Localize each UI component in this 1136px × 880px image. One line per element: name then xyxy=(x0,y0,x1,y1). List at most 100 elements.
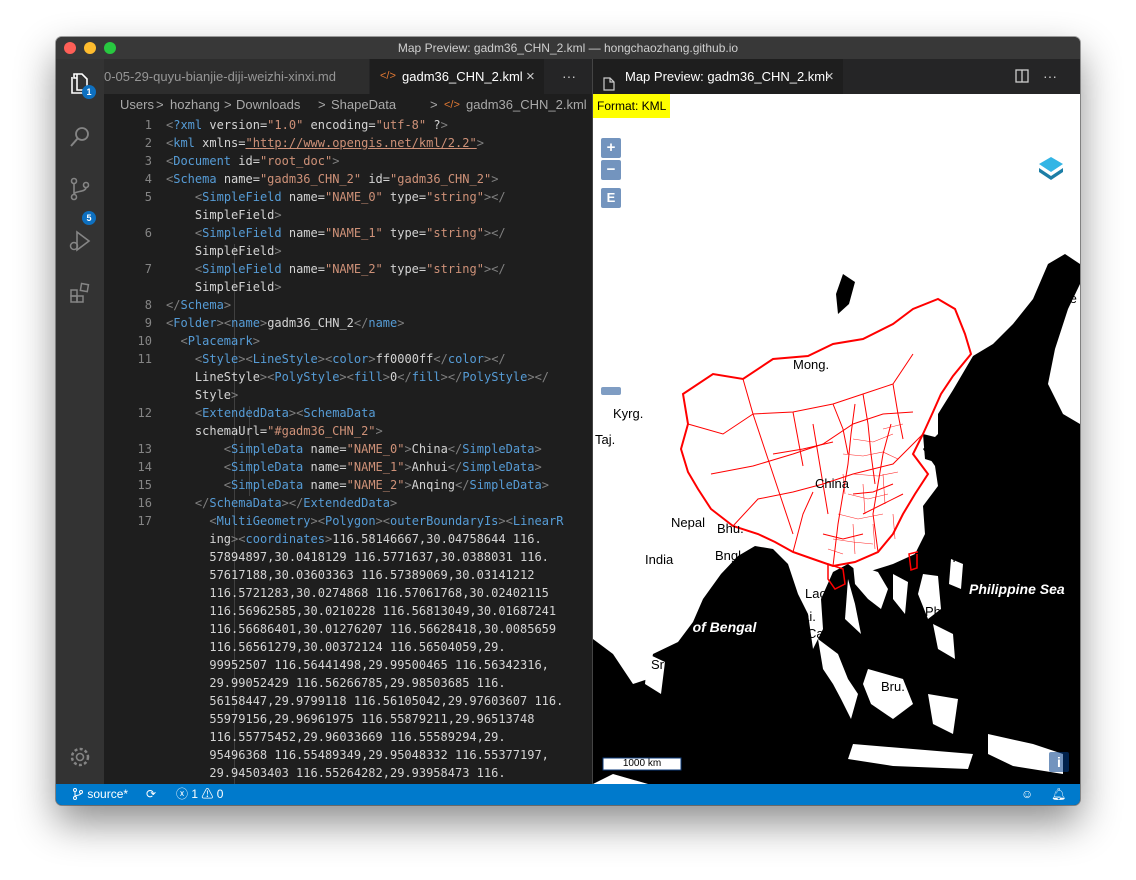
line-text: <SimpleField name="NAME_2" type="string"… xyxy=(194,262,506,276)
breadcrumb-item[interactable]: gadm36_CHN_2.kml xyxy=(466,94,587,116)
notifications-bell-icon[interactable]: 🔔︎ xyxy=(1051,784,1066,805)
line-text: <MultiGeometry><Polygon><outerBoundaryIs… xyxy=(209,514,564,528)
explorer-badge: 1 xyxy=(82,85,96,99)
run-debug-icon[interactable] xyxy=(68,229,92,253)
map-label-india: India xyxy=(645,552,674,567)
code-line[interactable]: 56158447,29.9799118 116.56105042,29.9760… xyxy=(104,692,592,710)
sync-icon[interactable]: ⟳ xyxy=(146,784,156,805)
code-line[interactable]: 5 <SimpleField name="NAME_0" type="strin… xyxy=(104,188,592,206)
line-number: 6 xyxy=(144,226,152,240)
branch-indicator[interactable]: source* xyxy=(72,784,128,805)
map-label-bay-of-bengal: Bay of Bengal xyxy=(663,619,757,635)
line-text: <ExtendedData><SchemaData xyxy=(194,406,376,420)
code-editor[interactable]: 1 <?xml version="1.0" encoding="utf-8" ?>… xyxy=(104,116,592,784)
code-line[interactable]: 57894897,30.0418129 116.5771637,30.03880… xyxy=(104,548,592,566)
code-line[interactable]: 13 <SimpleData name="NAME_0">China</Simp… xyxy=(104,440,592,458)
code-line[interactable]: 95496368 116.55489349,29.95048332 116.55… xyxy=(104,746,592,764)
feedback-icon[interactable]: ☺ xyxy=(1021,784,1033,805)
map-label-mongolia: Mong. xyxy=(793,357,830,372)
git-branch-icon xyxy=(72,786,84,800)
line-text: 55979156,29.96961975 116.55879211,29.965… xyxy=(166,712,535,726)
code-line[interactable]: 3 <Document id="root_doc"> xyxy=(104,152,592,170)
breadcrumb-separator: > xyxy=(430,97,438,112)
code-line[interactable]: 116.56561279,30.00372124 116.56504059,29… xyxy=(104,638,592,656)
line-text: 57894897,30.0418129 116.5771637,30.03880… xyxy=(166,550,549,564)
code-line[interactable]: schemaUrl="#gadm36_CHN_2"> xyxy=(104,422,592,440)
minimize-window-button[interactable] xyxy=(84,42,96,54)
code-line[interactable]: 11 <Style><LineStyle><color>ff0000ff</co… xyxy=(104,350,592,368)
code-line[interactable]: 2 <kml xmlns="http://www.opengis.net/kml/… xyxy=(104,134,592,152)
close-tab-icon[interactable]: × xyxy=(526,59,535,94)
zoom-to-extent-button[interactable]: E xyxy=(601,188,621,208)
breadcrumb-item[interactable]: Users xyxy=(120,94,154,116)
code-line[interactable]: 14 <SimpleData name="NAME_1">Anhui</Simp… xyxy=(104,458,592,476)
code-line[interactable]: 16 </SchemaData></ExtendedData> xyxy=(104,494,592,512)
code-line[interactable]: 29.99052429 116.56266785,29.98503685 116… xyxy=(104,674,592,692)
tab-markdown-file[interactable]: 0-05-29-quyu-bianjie-diji-weizhi-xinxi.m… xyxy=(104,59,369,94)
breadcrumb-separator: > xyxy=(156,97,164,112)
code-line[interactable]: SimpleField> xyxy=(104,206,592,224)
line-text: SimpleField> xyxy=(166,208,282,222)
code-line[interactable]: 4 <Schema name="gadm36_CHN_2" id="gadm36_… xyxy=(104,170,592,188)
line-text: 116.56561279,30.00372124 116.56504059,29… xyxy=(166,640,506,654)
source-control-icon[interactable] xyxy=(68,177,92,201)
breadcrumb-item[interactable]: Downloads xyxy=(236,94,300,116)
code-line[interactable]: Style> xyxy=(104,386,592,404)
search-icon[interactable] xyxy=(68,125,92,149)
code-line[interactable]: 57617188,30.03603363 116.57389069,30.031… xyxy=(104,566,592,584)
code-line[interactable]: ing><coordinates>116.58146667,30.0475864… xyxy=(104,530,592,548)
map-label-brunei: Bru. xyxy=(881,679,905,694)
close-tab-icon[interactable]: × xyxy=(825,59,834,94)
code-line[interactable]: SimpleField> xyxy=(104,242,592,260)
problems-indicator[interactable]: ⓧ 1 ⚠ 0 xyxy=(176,784,223,805)
code-line[interactable]: 9 <Folder><name>gadm36_CHN_2</name> xyxy=(104,314,592,332)
line-number: 7 xyxy=(144,262,152,276)
code-line[interactable]: 10 <Placemark> xyxy=(104,332,592,350)
line-text: <Folder><name>gadm36_CHN_2</name> xyxy=(166,316,405,330)
more-actions-icon[interactable]: ··· xyxy=(1043,59,1057,94)
code-line[interactable]: SimpleField> xyxy=(104,278,592,296)
code-line[interactable]: 116.5721283,30.0274868 116.57061768,30.0… xyxy=(104,584,592,602)
line-text: <SimpleData name="NAME_0">China</SimpleD… xyxy=(223,442,542,456)
line-number: 1 xyxy=(144,118,152,132)
code-line[interactable]: LineStyle><PolyStyle><fill>0</fill></Pol… xyxy=(104,368,592,386)
more-actions-icon[interactable]: ··· xyxy=(554,59,584,94)
line-text: LineStyle><PolyStyle><fill>0</fill></Pol… xyxy=(166,370,550,384)
extensions-icon[interactable] xyxy=(68,281,92,305)
breadcrumb-item[interactable]: hozhang xyxy=(170,94,220,116)
map-canvas xyxy=(593,94,1080,784)
source-control-badge: 5 xyxy=(82,211,96,225)
code-line[interactable]: 15 <SimpleData name="NAME_2">Anqing</Sim… xyxy=(104,476,592,494)
zoom-out-button[interactable]: − xyxy=(601,160,621,180)
code-line[interactable]: 8 </Schema> xyxy=(104,296,592,314)
tab-kml-file[interactable]: </> gadm36_CHN_2.kml × xyxy=(370,59,544,94)
code-line[interactable]: 29.94503403 116.55264282,29.93958473 116… xyxy=(104,764,592,782)
map-preview[interactable]: Format: KML + − E i 1000 km Mong. Kyrg. … xyxy=(593,94,1080,784)
split-editor-icon[interactable] xyxy=(1015,69,1029,83)
code-line[interactable]: 116.56686401,30.01276207 116.56628418,30… xyxy=(104,620,592,638)
code-line[interactable]: 7 <SimpleField name="NAME_2" type="strin… xyxy=(104,260,592,278)
code-line[interactable]: 12 <ExtendedData><SchemaData xyxy=(104,404,592,422)
map-label-taiwan: Taiwan xyxy=(915,550,956,565)
code-line[interactable]: 17 <MultiGeometry><Polygon><outerBoundar… xyxy=(104,512,592,530)
tab-map-preview[interactable]: Map Preview: gadm36_CHN_2.kml × xyxy=(593,59,843,94)
code-line[interactable]: 99952507 116.56441498,29.99500465 116.56… xyxy=(104,656,592,674)
breadcrumb-item[interactable]: ShapeData xyxy=(331,94,396,116)
code-line[interactable]: 6 <SimpleField name="NAME_1" type="strin… xyxy=(104,224,592,242)
line-text: <?xml version="1.0" encoding="utf-8" ?> xyxy=(166,118,448,132)
gear-icon[interactable] xyxy=(68,745,92,769)
close-window-button[interactable] xyxy=(64,42,76,54)
code-line[interactable]: 116.56962585,30.0210228 116.56813049,30.… xyxy=(104,602,592,620)
layers-icon[interactable] xyxy=(1041,154,1063,176)
tab-label: gadm36_CHN_2.kml xyxy=(402,69,523,84)
status-bar: source* ⟳ ⓧ 1 ⚠ 0 ☺ 🔔︎ xyxy=(56,784,1080,805)
code-line[interactable]: 116.55775452,29.96033669 116.55589294,29… xyxy=(104,728,592,746)
code-line[interactable]: 1 <?xml version="1.0" encoding="utf-8" ?> xyxy=(104,116,592,134)
tab-label: 0-05-29-quyu-bianjie-diji-weizhi-xinxi.m… xyxy=(104,69,336,84)
line-number: 12 xyxy=(137,406,152,420)
info-button[interactable]: i xyxy=(1049,752,1069,772)
zoom-in-button[interactable]: + xyxy=(601,138,621,158)
code-line[interactable]: 55979156,29.96961975 116.55879211,29.965… xyxy=(104,710,592,728)
zoom-window-button[interactable] xyxy=(104,42,116,54)
line-text: <SimpleData name="NAME_2">Anqing</Simple… xyxy=(223,478,549,492)
